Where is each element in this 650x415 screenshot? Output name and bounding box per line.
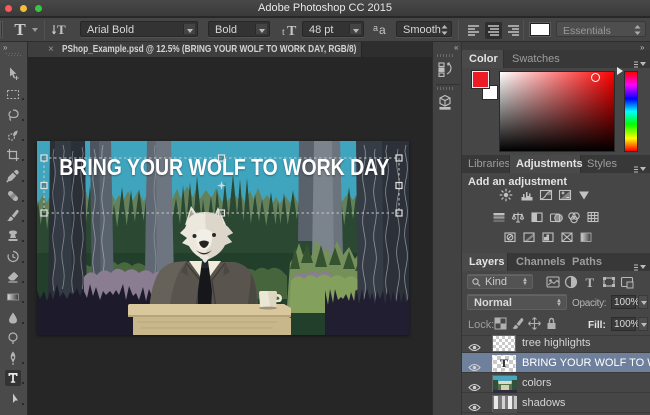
svg-text:t: t [282, 27, 285, 38]
svg-text:a: a [379, 23, 386, 37]
svg-text:T: T [57, 22, 66, 37]
svg-text:a: a [373, 23, 378, 33]
svg-text:T: T [586, 275, 595, 289]
svg-text:T: T [287, 24, 297, 38]
